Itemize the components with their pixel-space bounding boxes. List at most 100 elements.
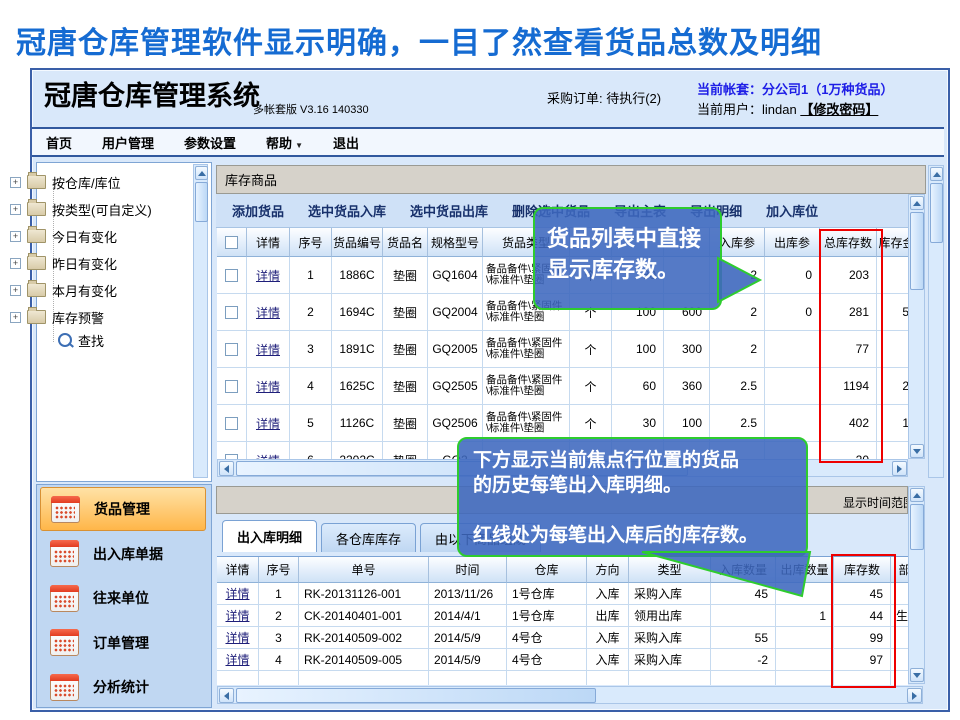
detail-link[interactable]: 详情 [256,378,280,395]
tab[interactable]: 各仓库库存 [321,523,416,552]
menu-item[interactable]: 帮助▼ [266,133,303,152]
row-checkbox[interactable] [225,269,238,282]
row-checkbox[interactable] [225,306,238,319]
cell: 3 [290,331,332,368]
row-checkbox[interactable] [225,343,238,356]
scroll-down-icon[interactable] [910,668,924,682]
detail-hscrollbar-thumb[interactable] [236,688,596,703]
detail-link[interactable]: 详情 [225,651,249,668]
column-header[interactable]: 仓库 [507,557,587,583]
tree-item[interactable]: 昨日有变化 [10,253,117,273]
scroll-right-icon[interactable] [907,688,922,703]
select-all-checkbox[interactable] [225,236,238,249]
cell [629,671,711,685]
content-vscrollbar-thumb[interactable] [930,183,943,243]
detail-link[interactable]: 详情 [225,585,249,602]
nav-item[interactable]: 分析统计 [40,665,206,709]
menu-item[interactable]: 首页 [46,133,72,152]
tree-item[interactable]: 按仓库/库位 [10,172,121,192]
detail-vscrollbar[interactable] [908,486,925,684]
nav-item-label: 货品管理 [94,499,150,519]
expand-plus-icon[interactable] [10,312,21,323]
cell [765,368,820,405]
tree-item-search[interactable]: 查找 [58,330,104,350]
scroll-up-icon[interactable] [910,196,924,210]
toolbar-button[interactable]: 添加货品 [232,201,284,220]
tab[interactable]: 出入库明细 [222,520,317,552]
detail-link[interactable]: 详情 [256,415,280,432]
tree-item[interactable]: 本月有变化 [10,280,117,300]
nav-item[interactable]: 出入库单据 [40,532,206,576]
expand-plus-icon[interactable] [10,231,21,242]
content-vscrollbar[interactable] [928,165,944,478]
cell: 1891C [332,331,383,368]
cell: 入库 [587,583,629,605]
callout-text-line: 货品列表中直接 [547,223,708,254]
cell: 2014/5/9 [429,627,507,649]
tree-item-label: 按仓库/库位 [52,173,121,192]
expand-plus-icon[interactable] [10,258,21,269]
column-header[interactable]: 货品名 [383,228,428,257]
cell: 1126C [332,405,383,442]
menu-item[interactable]: 用户管理 [102,133,154,152]
column-header[interactable]: 详情 [247,228,290,257]
scroll-left-icon[interactable] [219,461,234,476]
tree-item[interactable]: 今日有变化 [10,226,117,246]
detail-hscrollbar[interactable] [217,686,923,704]
detail-link[interactable]: 详情 [256,267,280,284]
expand-plus-icon[interactable] [10,285,21,296]
inventory-vscrollbar[interactable] [908,194,925,459]
table-row: 详情41625C垫圈GQ2505备品备件\紧固件\标准件\垫圈个603602.5… [217,368,908,405]
cell: 详情 [247,257,290,294]
menu-item[interactable]: 退出 [333,133,359,152]
scroll-left-icon[interactable] [219,688,234,703]
scroll-up-icon[interactable] [910,488,924,502]
detail-link[interactable]: 详情 [256,452,280,460]
scroll-right-icon[interactable] [892,461,907,476]
toolbar-button[interactable]: 选中货品入库 [308,201,386,220]
menu-item[interactable]: 参数设置 [184,133,236,152]
inventory-vscrollbar-thumb[interactable] [910,212,924,290]
callout-arrow-right [716,252,764,304]
cell: RK-20140509-002 [299,627,429,649]
detail-link[interactable]: 详情 [256,341,280,358]
column-header[interactable]: 时间 [429,557,507,583]
change-password-link[interactable]: 【修改密码】 [800,102,878,117]
expand-plus-icon[interactable] [10,204,21,215]
column-header[interactable]: 详情 [217,557,259,583]
calendar-icon [50,540,79,567]
cell: 详情 [217,627,259,649]
toolbar-button[interactable]: 选中货品出库 [410,201,488,220]
tree-scrollbar[interactable] [193,164,208,478]
column-header[interactable]: 序号 [290,228,332,257]
nav-item[interactable]: 往来单位 [40,576,206,620]
column-header[interactable]: 单号 [299,557,429,583]
detail-link[interactable]: 详情 [225,607,249,624]
column-header[interactable]: 出库参 [765,228,820,257]
nav-item[interactable]: 订单管理 [40,621,206,665]
scroll-up-icon[interactable] [195,166,208,180]
detail-link[interactable]: 详情 [225,629,249,646]
row-checkbox[interactable] [225,417,238,430]
row-checkbox[interactable] [225,380,238,393]
column-header[interactable]: 货品编号 [332,228,383,257]
cell: 详情 [217,583,259,605]
column-header[interactable]: 序号 [259,557,299,583]
column-header[interactable]: 规格型号 [428,228,483,257]
detail-link[interactable]: 详情 [256,304,280,321]
scroll-down-icon[interactable] [910,444,924,458]
table-row: 详情2CK-20140401-0012014/4/11号仓库出库领用出库144生… [217,605,908,627]
scroll-up-icon[interactable] [930,167,943,181]
tree-item[interactable]: 库存预警 [10,307,104,327]
folder-icon [27,175,46,189]
toolbar-button[interactable]: 加入库位 [766,201,818,220]
detail-vscrollbar-thumb[interactable] [910,504,924,550]
folder-icon [27,283,46,297]
tree-scrollbar-thumb[interactable] [195,182,208,222]
expand-plus-icon[interactable] [10,177,21,188]
tree-item-label: 按类型(可自定义) [52,200,152,219]
column-header[interactable]: 方向 [587,557,629,583]
tree-item[interactable]: 按类型(可自定义) [10,199,152,219]
nav-item[interactable]: 货品管理 [40,487,206,531]
cell: 备品备件\紧固件\标准件\垫圈 [483,331,570,368]
